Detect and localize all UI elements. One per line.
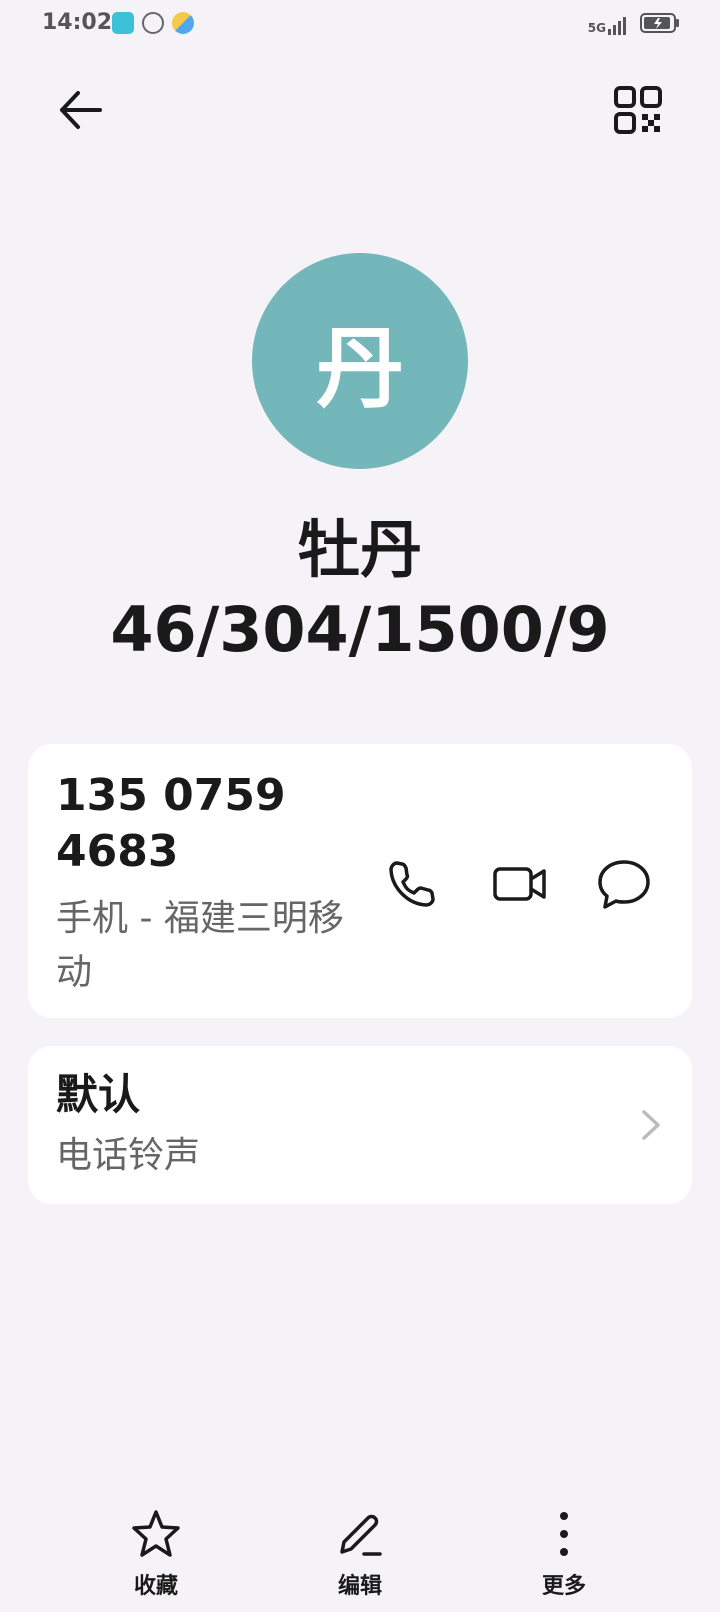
qr-code-button[interactable] [606,78,670,142]
pencil-icon [340,1514,382,1556]
edit-label: 编辑 [337,1574,382,1599]
message-bubble-icon [598,860,650,909]
book-app-icon [112,12,134,34]
hand-app-icon [142,12,164,34]
back-button[interactable] [48,78,112,142]
qr-code-icon [614,86,662,134]
contact-avatar[interactable]: 丹 [252,253,468,469]
network-type: 5G [587,21,606,35]
chevron-right-icon [642,1110,660,1140]
favorite-label: 收藏 [133,1574,178,1599]
signal-5g-icon: 5G [588,15,630,35]
notification-icons [112,12,194,34]
ringtone-card[interactable]: 默认 电话铃声 [28,1046,692,1204]
status-time: 14:02 [42,10,113,35]
pinwheel-app-icon [172,12,194,34]
status-right: 5G [588,12,680,38]
more-button[interactable]: 更多 [504,1506,624,1600]
ringtone-title: 默认 [56,1070,141,1119]
ringtone-subtitle: 电话铃声 [56,1135,201,1176]
contact-subtitle: 46/304/1500/9 [110,593,610,666]
avatar-initial: 丹 [315,316,404,420]
contact-name: 牡丹 [297,513,422,586]
phone-label: 手机 - 福建三明移动 [56,898,344,993]
edit-button[interactable]: 编辑 [300,1506,420,1600]
phone-icon [389,861,435,907]
star-icon [132,1510,180,1557]
phone-card[interactable]: 135 0759 4683 手机 - 福建三明移动 [28,744,692,1018]
status-bar: 14:02 5G [0,0,720,48]
video-call-button[interactable] [486,850,554,918]
battery-icon [640,12,680,38]
phone-number[interactable]: 135 0759 4683 [56,768,356,880]
video-camera-icon [493,867,546,901]
favorite-button[interactable]: 收藏 [96,1506,216,1600]
call-button[interactable] [378,850,446,918]
back-arrow-icon [60,91,102,129]
more-label: 更多 [541,1574,586,1599]
message-button[interactable] [590,850,658,918]
more-vertical-icon [560,1512,568,1556]
